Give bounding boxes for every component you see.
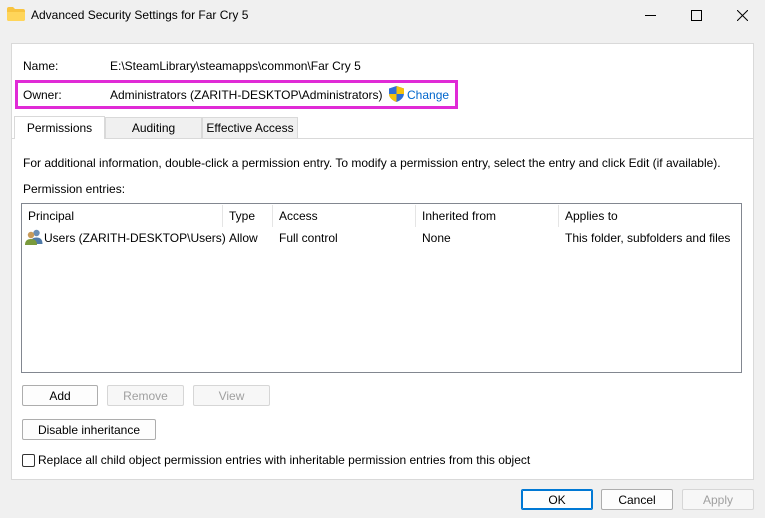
instructions-text: For additional information, double-click… xyxy=(23,156,721,170)
ok-button[interactable]: OK xyxy=(521,489,593,510)
minimize-button[interactable] xyxy=(627,0,673,30)
tab-permissions[interactable]: Permissions xyxy=(14,116,105,139)
window-title: Advanced Security Settings for Far Cry 5 xyxy=(31,8,249,22)
folder-icon xyxy=(7,7,25,21)
users-icon xyxy=(25,229,43,245)
column-separator[interactable] xyxy=(558,205,559,227)
tab-divider xyxy=(11,138,754,139)
change-owner-link[interactable]: Change xyxy=(407,88,449,102)
column-header-access[interactable]: Access xyxy=(279,209,318,223)
tab-effective-access[interactable]: Effective Access xyxy=(202,117,298,138)
permission-entries-list[interactable] xyxy=(21,203,742,373)
name-label: Name: xyxy=(23,59,59,73)
column-header-principal[interactable]: Principal xyxy=(28,209,74,223)
row-type[interactable]: Allow xyxy=(229,231,258,245)
column-header-applies-to[interactable]: Applies to xyxy=(565,209,618,223)
column-separator[interactable] xyxy=(415,205,416,227)
close-button[interactable] xyxy=(719,0,765,30)
column-separator[interactable] xyxy=(222,205,223,227)
column-header-inherited-from[interactable]: Inherited from xyxy=(422,209,496,223)
row-applies-to[interactable]: This folder, subfolders and files xyxy=(565,231,730,245)
apply-button[interactable]: Apply xyxy=(682,489,754,510)
maximize-icon xyxy=(690,9,702,21)
remove-button[interactable]: Remove xyxy=(107,385,184,406)
tab-auditing[interactable]: Auditing xyxy=(105,117,202,138)
replace-child-permissions-label[interactable]: Replace all child object permission entr… xyxy=(38,453,530,467)
uac-shield-icon xyxy=(389,86,404,102)
column-separator[interactable] xyxy=(272,205,273,227)
close-icon xyxy=(736,9,748,21)
disable-inheritance-button[interactable]: Disable inheritance xyxy=(22,419,156,440)
maximize-button[interactable] xyxy=(673,0,719,30)
name-value: E:\SteamLibrary\steamapps\common\Far Cry… xyxy=(110,59,361,73)
row-principal[interactable]: Users (ZARITH-DESKTOP\Users) xyxy=(44,231,226,245)
view-button[interactable]: View xyxy=(193,385,270,406)
row-access[interactable]: Full control xyxy=(279,231,338,245)
owner-label: Owner: xyxy=(23,88,62,102)
owner-value: Administrators (ZARITH-DESKTOP\Administr… xyxy=(110,88,383,102)
column-header-type[interactable]: Type xyxy=(229,209,255,223)
replace-child-permissions-checkbox[interactable] xyxy=(22,454,35,467)
permission-entries-label: Permission entries: xyxy=(23,182,126,196)
minimize-icon xyxy=(644,14,656,16)
cancel-button[interactable]: Cancel xyxy=(601,489,673,510)
row-inherited-from[interactable]: None xyxy=(422,231,451,245)
add-button[interactable]: Add xyxy=(22,385,98,406)
